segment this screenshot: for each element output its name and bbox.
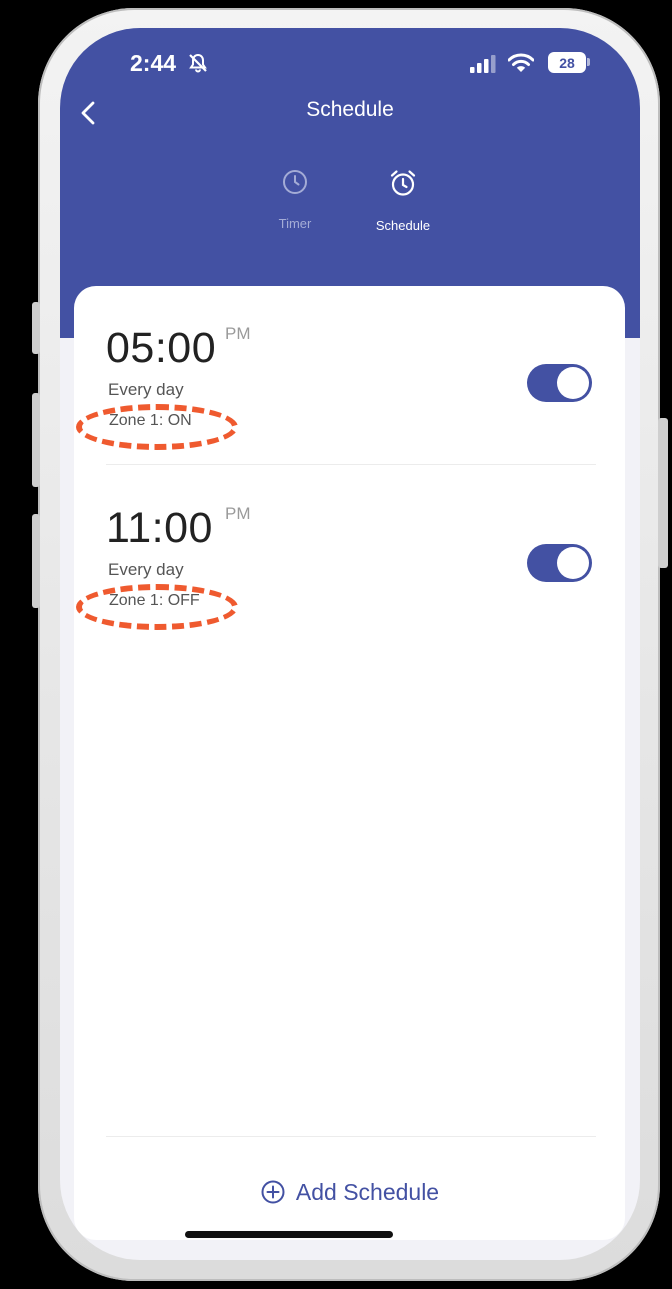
schedule-repeat: Every day <box>108 560 184 579</box>
battery-indicator: 28 <box>548 52 586 73</box>
alarm-clock-icon <box>390 170 416 196</box>
schedule-toggle[interactable] <box>527 544 592 582</box>
divider <box>106 1136 596 1137</box>
tab-timer-label: Timer <box>278 216 312 231</box>
wifi-icon <box>508 53 534 72</box>
tab-timer[interactable]: Timer <box>245 168 345 231</box>
highlight-annotation <box>76 584 238 630</box>
highlight-annotation <box>76 404 238 450</box>
silent-switch <box>32 302 40 354</box>
page-title: Schedule <box>306 98 394 121</box>
tab-schedule-label: Schedule <box>375 218 431 233</box>
cellular-signal-icon <box>470 55 496 73</box>
tab-schedule[interactable]: Schedule <box>353 168 453 233</box>
clock-icon <box>283 170 307 194</box>
schedule-repeat: Every day <box>108 380 184 399</box>
bell-off-icon <box>189 53 207 73</box>
schedule-time-value: 11:00 <box>106 504 213 552</box>
schedule-ampm: PM <box>225 504 251 523</box>
schedule-ampm: PM <box>225 324 251 343</box>
add-schedule-label: Add Schedule <box>295 1178 440 1205</box>
status-time: 2:44 <box>130 50 177 76</box>
divider <box>106 464 596 465</box>
battery-level: 28 <box>559 54 575 71</box>
add-schedule-button[interactable]: Add Schedule <box>74 1172 625 1212</box>
schedule-toggle[interactable] <box>527 364 592 402</box>
power-button <box>658 418 668 568</box>
schedule-time: 11:00 PM <box>106 504 251 553</box>
toggle-knob <box>557 367 589 399</box>
volume-down-button <box>32 514 40 608</box>
volume-up-button <box>32 393 40 487</box>
plus-circle-icon <box>261 1180 285 1204</box>
schedule-time: 05:00 PM <box>106 324 251 373</box>
toggle-knob <box>557 547 589 579</box>
battery-tip <box>587 58 590 66</box>
schedule-time-value: 05:00 <box>106 324 217 372</box>
home-indicator[interactable] <box>185 1231 393 1238</box>
phone-screen: 2:44 28 Schedule Timer Schedule 05:00 PM… <box>60 28 640 1260</box>
